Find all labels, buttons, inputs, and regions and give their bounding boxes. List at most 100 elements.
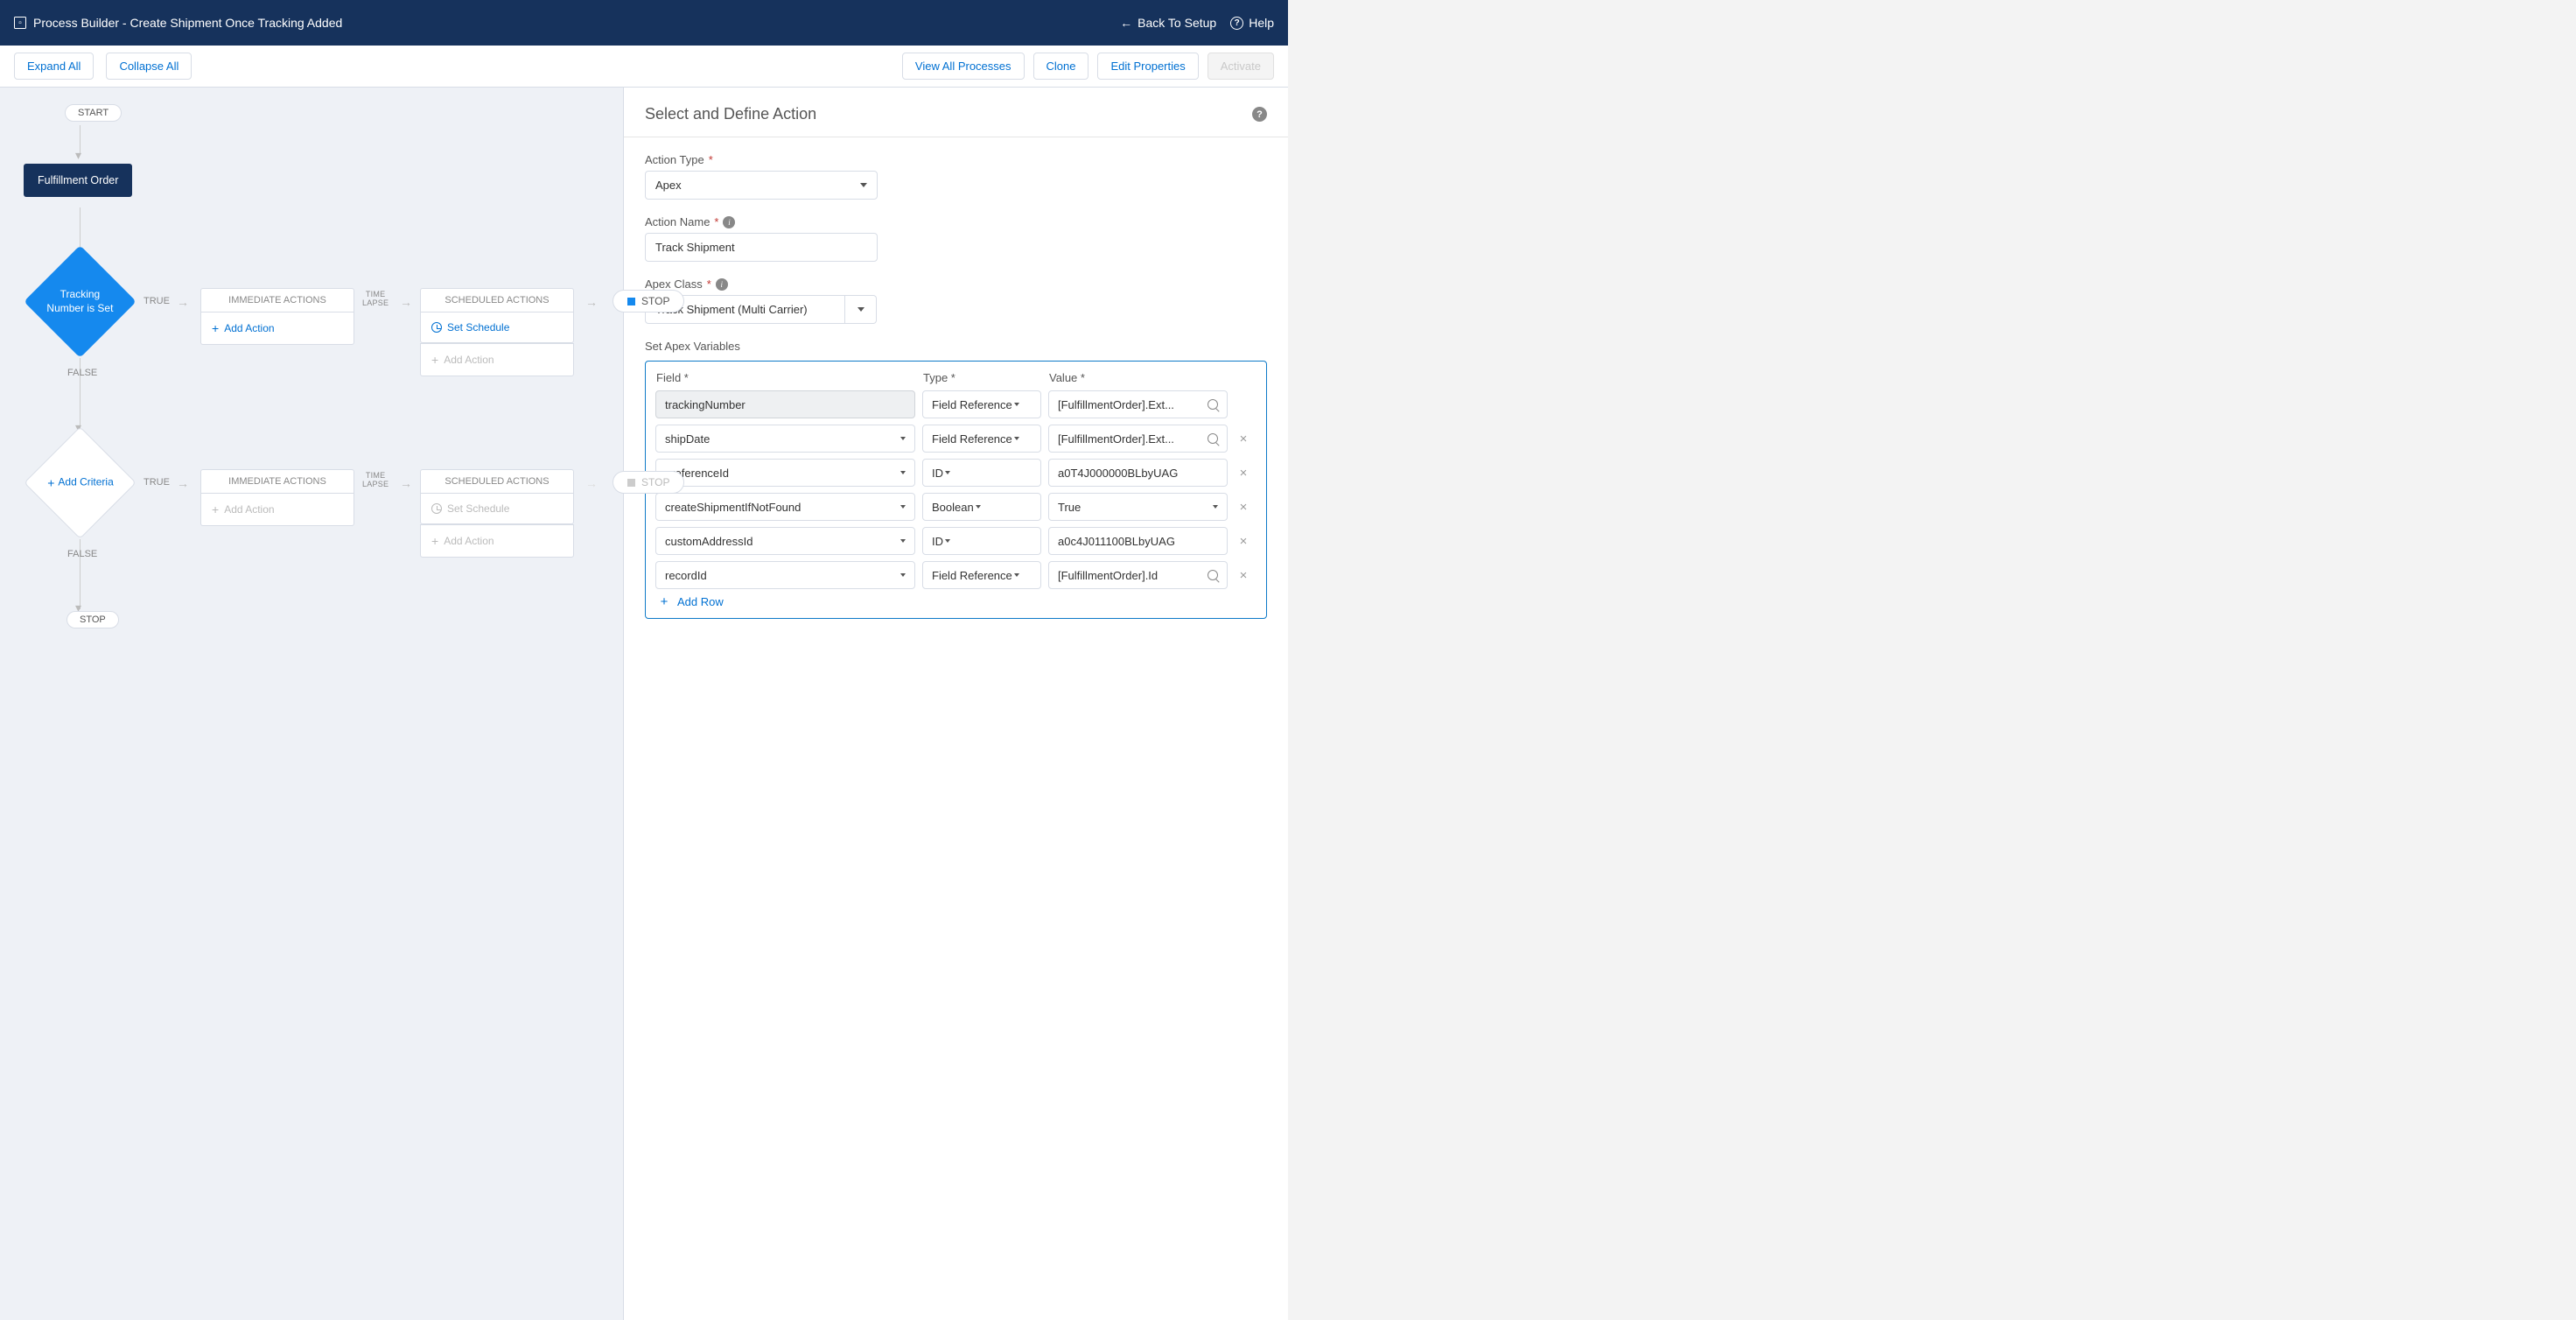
toolbar: Expand All Collapse All View All Process… [0,46,1288,88]
value-input[interactable]: True [1048,493,1228,521]
add-scheduled-action[interactable]: + Add Action [420,343,574,376]
chevron-down-icon [976,505,981,509]
time-lapse-label: TIME LAPSE [362,471,388,488]
collapse-all-button[interactable]: Collapse All [106,53,192,80]
immediate-actions-header: IMMEDIATE ACTIONS [200,469,354,494]
apex-class-dropdown-button[interactable] [845,295,877,324]
process-canvas[interactable]: START ▾ Fulfillment Order ▾ Tracking Num… [0,88,623,1320]
field-select[interactable]: createShipmentIfNotFound [655,493,915,521]
plus-icon: + [431,534,438,548]
value-input[interactable]: [FulfillmentOrder].Ext... [1048,425,1228,453]
chevron-down-icon [1014,403,1019,406]
page-title: Process Builder - Create Shipment Once T… [33,16,1120,30]
delete-row-button[interactable]: × [1235,534,1252,549]
value-input[interactable]: a0c4J011100BLbyUAG [1048,527,1228,555]
delete-row-button[interactable]: × [1235,432,1252,446]
info-icon[interactable]: i [723,216,735,228]
apex-var-row: customAddressIdIDa0c4J011100BLbyUAG × [655,527,1254,555]
clone-button[interactable]: Clone [1033,53,1089,80]
delete-row-button[interactable]: × [1235,500,1252,515]
true-label: TRUE [144,477,170,488]
add-immediate-action-2[interactable]: + Add Action [200,494,354,526]
help-link[interactable]: ? Help [1230,16,1274,30]
panel-title: Select and Define Action [645,105,1252,123]
activate-button: Activate [1208,53,1274,80]
field-select[interactable]: shipDate [655,425,915,453]
type-select[interactable]: Field Reference [922,561,1041,589]
search-icon [1208,570,1218,580]
stop-node[interactable]: STOP [612,290,684,312]
chevron-down-icon [1014,437,1019,440]
chevron-down-icon [860,183,867,187]
search-icon [1208,399,1218,410]
add-action-label: Add Action [444,535,494,547]
true-label: TRUE [144,296,170,306]
add-scheduled-action-2: + Add Action [420,524,574,558]
set-schedule-label: Set Schedule [447,502,509,515]
type-select[interactable]: ID [922,459,1041,487]
edit-properties-button[interactable]: Edit Properties [1097,53,1198,80]
add-row-button[interactable]: + Add Row [655,595,1254,608]
type-select[interactable]: Field Reference [922,425,1041,453]
false-label: FALSE [67,368,97,378]
info-icon[interactable]: i [716,278,728,291]
add-action-label: Add Action [224,503,274,516]
view-all-processes-button[interactable]: View All Processes [902,53,1025,80]
chevron-down-icon [900,505,906,509]
plus-icon: + [47,474,54,490]
app-icon: ▫ [14,17,26,29]
stop-node-2: STOP [612,471,684,494]
clock-icon [431,503,442,514]
type-select[interactable]: Boolean [922,493,1041,521]
set-apex-vars-label: Set Apex Variables [645,340,1267,353]
add-action-label: Add Action [444,354,494,366]
field-select[interactable]: customAddressId [655,527,915,555]
delete-row-button[interactable]: × [1235,466,1252,481]
scheduled-actions-header: SCHEDULED ACTIONS [420,288,574,312]
topbar: ▫ Process Builder - Create Shipment Once… [0,0,1288,46]
type-select[interactable]: ID [922,527,1041,555]
stop-label: STOP [641,476,669,488]
help-label: Help [1249,16,1274,30]
col-value: Value * [1049,371,1228,384]
delete-row-button[interactable]: × [1235,568,1252,583]
start-node: START [65,104,122,122]
value-input[interactable]: [FulfillmentOrder].Id [1048,561,1228,589]
stop-icon [627,298,635,305]
action-name-input[interactable]: Track Shipment [645,233,878,262]
type-select[interactable]: Field Reference [922,390,1041,418]
col-field: Field * [656,371,916,384]
back-to-setup-link[interactable]: ← Back To Setup [1120,16,1216,30]
chevron-down-icon [1014,573,1019,577]
plus-icon: + [212,321,219,335]
set-schedule-2: Set Schedule [420,494,574,524]
add-immediate-action[interactable]: + Add Action [200,312,354,345]
action-type-value: Apex [655,179,682,192]
chevron-down-icon [900,539,906,543]
panel-help-icon[interactable]: ? [1252,107,1267,122]
field-select[interactable]: recordId [655,561,915,589]
apex-class-label: Apex Class*i [645,277,1267,291]
set-schedule[interactable]: Set Schedule [420,312,574,343]
back-arrow-icon: ← [1120,16,1132,30]
field-select[interactable]: preferenceId [655,459,915,487]
apex-var-row: preferenceIdIDa0T4J000000BLbyUAG × [655,459,1254,487]
action-type-label: Action Type* [645,153,1267,166]
action-type-select[interactable]: Apex [645,171,878,200]
value-input[interactable]: a0T4J000000BLbyUAG [1048,459,1228,487]
apex-var-row: shipDateField Reference[FulfillmentOrder… [655,425,1254,453]
apex-var-row: trackingNumberField Reference[Fulfillmen… [655,390,1254,418]
chevron-down-icon [945,539,950,543]
criteria-node-add[interactable]: +Add Criteria [24,426,136,539]
action-panel: Select and Define Action ? Action Type* … [623,88,1288,1320]
immediate-actions-header: IMMEDIATE ACTIONS [200,288,354,312]
chevron-down-icon [945,471,950,474]
object-node[interactable]: Fulfillment Order [24,164,132,197]
criteria-node-tracking[interactable]: Tracking Number is Set [24,245,136,358]
set-schedule-label: Set Schedule [447,321,509,334]
apex-var-row: createShipmentIfNotFoundBooleanTrue × [655,493,1254,521]
apex-variables-table: Field * Type * Value * trackingNumberFie… [645,361,1267,619]
value-input[interactable]: [FulfillmentOrder].Ext... [1048,390,1228,418]
plus-icon: + [212,502,219,516]
expand-all-button[interactable]: Expand All [14,53,94,80]
